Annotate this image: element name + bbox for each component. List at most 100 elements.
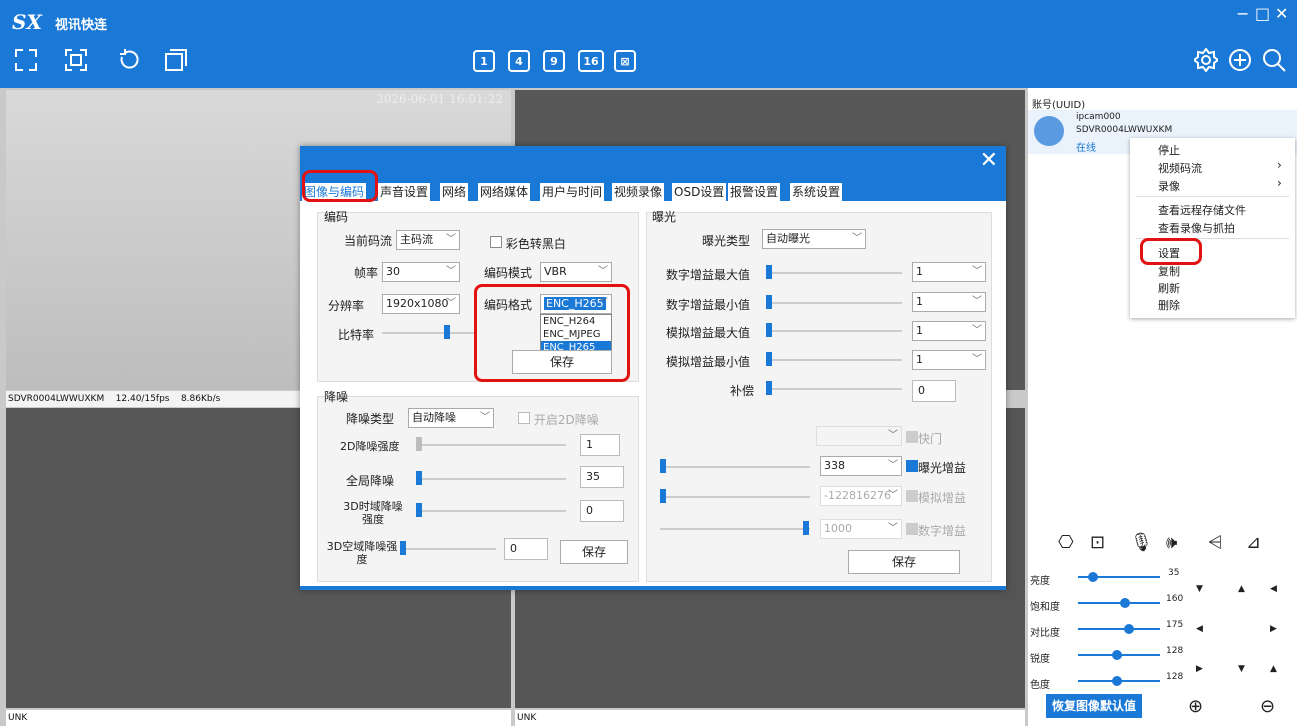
menu-item-remote-files[interactable]: 查看远程存储文件 [1158, 202, 1246, 218]
tab-system[interactable]: 系统设置 [790, 183, 843, 201]
restore-defaults-button[interactable]: 恢复图像默认值 [1046, 694, 1142, 718]
windows-icon[interactable] [164, 48, 188, 75]
tab-network[interactable]: 网络 [440, 183, 469, 201]
snapshot-frame-icon[interactable] [64, 48, 88, 75]
color-bw-checkbox[interactable]: 彩色转黑白 [490, 235, 566, 252]
noise-save-button[interactable]: 保存 [560, 540, 628, 564]
digital-gain-thumb[interactable] [803, 521, 809, 535]
exposure-gain-slider[interactable] [660, 466, 810, 468]
analog-gain-select[interactable]: -122816276 ﹀ [820, 486, 902, 506]
menu-item-stream[interactable]: 视频码流 [1158, 160, 1202, 176]
digital-gain-slider[interactable] [660, 528, 810, 530]
spatial-3d-input[interactable]: 0 [504, 538, 548, 560]
exposure-gain-checkbox[interactable]: 曝光增益 [906, 459, 966, 476]
spatial-3d-slider[interactable] [400, 548, 496, 550]
tab-alarm[interactable]: 报警设置 [728, 183, 781, 201]
fps-select[interactable]: 30 ﹀ [382, 262, 460, 282]
temporal-3d-input[interactable]: 0 [580, 500, 624, 522]
grid-1-button[interactable]: 1 [473, 50, 495, 72]
dgain-max-slider[interactable] [766, 272, 902, 274]
zoom-out-icon[interactable]: ⊖ [1260, 696, 1275, 717]
fullscreen-icon[interactable] [14, 48, 38, 75]
compensation-thumb[interactable] [766, 381, 772, 395]
menu-item-delete[interactable]: 删除 [1158, 297, 1180, 313]
analog-gain-slider[interactable] [660, 496, 810, 498]
enable-2d-checkbox[interactable]: 开启2D降噪 [518, 411, 599, 428]
tab-net-media[interactable]: 网络媒体 [478, 183, 531, 201]
exposure-gain-thumb[interactable] [660, 459, 666, 473]
ptz-upright-icon[interactable]: ◀ [1270, 584, 1277, 594]
ptz-down-icon[interactable]: ▼ [1238, 664, 1245, 674]
saturation-knob[interactable] [1120, 598, 1130, 608]
strength-2d-slider[interactable] [416, 444, 566, 446]
digital-gain-select[interactable]: 1000 ﹀ [820, 519, 902, 539]
rotate-icon[interactable] [116, 48, 140, 75]
ptz-right-icon[interactable]: ▶ [1270, 624, 1277, 634]
again-min-slider[interactable] [766, 359, 902, 361]
bitrate-slider[interactable] [382, 332, 474, 334]
noise-type-select[interactable]: 自动降噪 ﹀ [408, 408, 494, 428]
exposure-save-button[interactable]: 保存 [848, 550, 960, 574]
microphone-icon[interactable]: 🎙 [1130, 532, 1153, 553]
grid-16-button[interactable]: 16 [578, 50, 604, 72]
tab-audio[interactable]: 声音设置 [378, 183, 431, 201]
add-icon[interactable] [1228, 48, 1252, 75]
menu-item-refresh[interactable]: 刷新 [1158, 280, 1180, 296]
digital-gain-checkbox[interactable]: 数字增益 [906, 522, 966, 539]
global-noise-slider[interactable] [416, 478, 566, 480]
ptz-upleft-icon[interactable]: ▼ [1196, 584, 1203, 594]
tab-video-record[interactable]: 视频录像 [612, 183, 665, 201]
maximize-button[interactable]: □ [1255, 4, 1270, 23]
stream-select[interactable]: 主码流 ﹀ [396, 230, 460, 250]
zoom-in-icon[interactable]: ⊕ [1188, 696, 1203, 717]
dgain-min-select[interactable]: 1 ﹀ [912, 292, 986, 312]
dialog-close-icon[interactable]: ✕ [980, 148, 998, 173]
close-all-button[interactable]: ⊠ [614, 50, 636, 72]
again-max-select[interactable]: 1 ﹀ [912, 321, 986, 341]
dgain-min-slider[interactable] [766, 302, 902, 304]
global-noise-thumb[interactable] [416, 471, 422, 485]
again-max-slider[interactable] [766, 330, 902, 332]
menu-item-copy[interactable]: 复制 [1158, 263, 1180, 279]
grid-9-button[interactable]: 9 [543, 50, 565, 72]
strength-2d-input[interactable]: 1 [580, 434, 620, 456]
again-min-thumb[interactable] [766, 352, 772, 366]
hue-knob[interactable] [1112, 676, 1122, 686]
again-min-select[interactable]: 1 ﹀ [912, 350, 986, 370]
bitrate-thumb[interactable] [444, 325, 450, 339]
analog-gain-checkbox[interactable]: 模拟增益 [906, 489, 966, 506]
mode-select[interactable]: VBR ﹀ [540, 262, 612, 282]
shutter-select[interactable]: ﹀ [816, 426, 902, 446]
ptz-downleft-icon[interactable]: ▶ [1196, 664, 1203, 674]
strength-2d-thumb[interactable] [416, 437, 422, 451]
again-max-thumb[interactable] [766, 323, 772, 337]
menu-item-recordings[interactable]: 查看录像与抓拍 [1158, 220, 1235, 236]
contrast-slider[interactable] [1078, 628, 1160, 630]
menu-item-record[interactable]: 录像 [1158, 178, 1180, 194]
shutter-checkbox[interactable]: 快门 [906, 430, 942, 447]
record-icon[interactable]: ⊡ [1090, 532, 1105, 553]
resolution-select[interactable]: 1920x1080 ﹀ [382, 294, 460, 314]
search-icon[interactable] [1262, 48, 1286, 75]
global-noise-input[interactable]: 35 [580, 466, 624, 488]
mirror-icon[interactable]: ⊿ [1246, 532, 1261, 553]
speaker-icon[interactable]: 🕪 [1166, 532, 1177, 553]
temporal-3d-slider[interactable] [416, 510, 566, 512]
brightness-knob[interactable] [1088, 572, 1098, 582]
dgain-max-select[interactable]: 1 ﹀ [912, 262, 986, 282]
dgain-min-thumb[interactable] [766, 295, 772, 309]
grid-4-button[interactable]: 4 [508, 50, 530, 72]
compensation-slider[interactable] [766, 388, 902, 390]
camera-snapshot-icon[interactable]: ⎔ [1058, 532, 1074, 553]
compensation-input[interactable]: 0 [912, 380, 956, 402]
exposure-type-select[interactable]: 自动曝光 ﹀ [762, 229, 866, 249]
gear-icon[interactable] [1192, 47, 1220, 75]
sharpness-knob[interactable] [1112, 650, 1122, 660]
ptz-up-icon[interactable]: ▲ [1238, 584, 1245, 594]
close-button[interactable]: ✕ [1275, 4, 1288, 23]
ptz-left-icon[interactable]: ◀ [1196, 624, 1203, 634]
minimize-button[interactable]: − [1236, 4, 1249, 23]
dgain-max-thumb[interactable] [766, 265, 772, 279]
analog-gain-thumb[interactable] [660, 489, 666, 503]
temporal-3d-thumb[interactable] [416, 503, 422, 517]
